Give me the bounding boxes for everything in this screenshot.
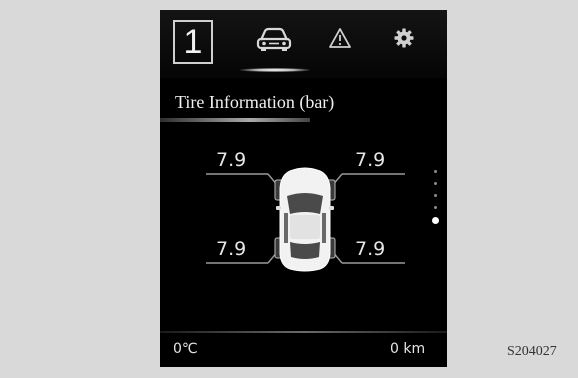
- trip-distance: 0 km: [390, 341, 426, 357]
- tire-pressure-rear-left: 7.9: [216, 238, 247, 260]
- car-top-view: [274, 167, 336, 272]
- page-indicator: [432, 170, 440, 240]
- tire-pressure-front-left: 7.9: [216, 149, 247, 171]
- page-title: Tire Information (bar): [175, 92, 335, 112]
- menu-bar: 1: [160, 10, 447, 78]
- instrument-display: 1 Tire Information (bar) 7.9 7.9 7.9 7.9…: [160, 10, 447, 367]
- page-number-box: 1: [173, 20, 213, 64]
- page-dot-active: [432, 217, 439, 224]
- figure-code: S204027: [507, 344, 557, 359]
- status-bar-divider: [160, 331, 447, 333]
- active-tab-indicator: [240, 68, 310, 72]
- page-dot: [434, 182, 437, 185]
- page-dot: [434, 206, 437, 209]
- tire-diagram: [206, 167, 405, 272]
- gear-icon[interactable]: [394, 28, 414, 48]
- tire-pressure-front-right: 7.9: [355, 149, 386, 171]
- title-underline: [160, 118, 310, 122]
- car-icon[interactable]: [255, 24, 293, 54]
- page-dot: [434, 194, 437, 197]
- tire-pressure-rear-right: 7.9: [355, 238, 386, 260]
- outside-temperature: 0℃: [173, 341, 198, 357]
- page-dot: [434, 170, 437, 173]
- warning-icon[interactable]: [328, 27, 352, 49]
